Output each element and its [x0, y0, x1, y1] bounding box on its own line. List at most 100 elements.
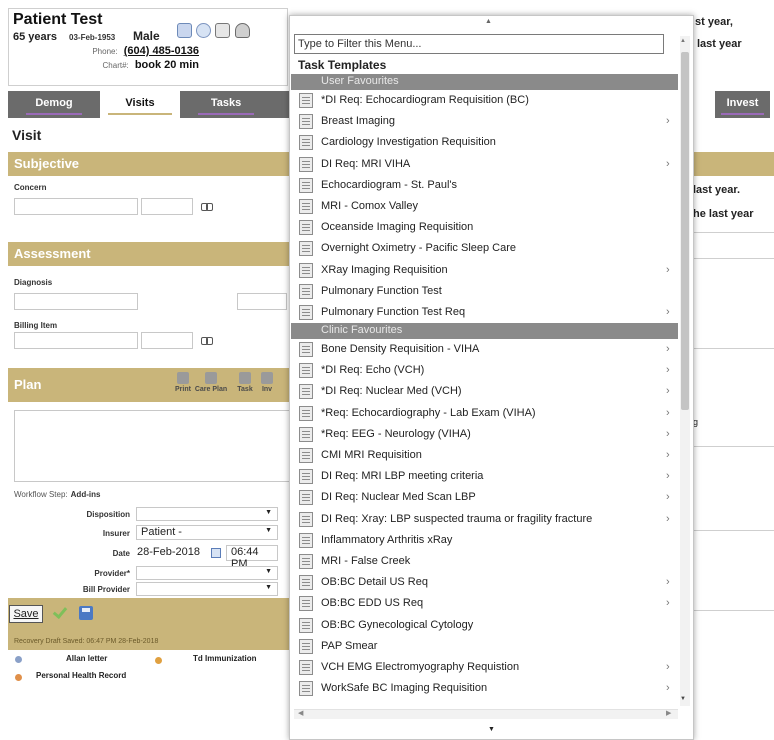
submenu-arrow-icon[interactable]: ›: [666, 428, 670, 440]
calendar-icon[interactable]: [211, 548, 221, 558]
workflow-row: Workflow Step: Add-ins: [14, 490, 100, 499]
menu-item-clinic-favourite[interactable]: VCH EMG Electromyography Requistion ›: [291, 657, 678, 678]
scrollbar-up-arrow-icon[interactable]: ▲: [680, 38, 686, 44]
menu-item-clinic-favourite[interactable]: WorkSafe BC Imaging Requisition ›: [291, 678, 678, 699]
billing-item-code-input[interactable]: [141, 332, 193, 349]
submenu-arrow-icon[interactable]: ›: [666, 407, 670, 419]
scroll-up-arrow-icon[interactable]: ▲: [485, 18, 492, 25]
menu-item-clinic-favourite[interactable]: OB:BC EDD US Req ›: [291, 593, 678, 614]
menu-filter-input[interactable]: [294, 34, 664, 54]
provider-select[interactable]: ▼: [136, 566, 278, 580]
submenu-arrow-icon[interactable]: ›: [666, 449, 670, 461]
menu-item-clinic-favourite[interactable]: OB:BC Detail US Req ›: [291, 572, 678, 593]
scroll-down-arrow-icon[interactable]: ▼: [488, 726, 495, 733]
menu-item-user-favourite[interactable]: XRay Imaging Requisition ›: [291, 260, 678, 281]
menu-item-user-favourite[interactable]: Pulmonary Function Test: [291, 281, 678, 302]
submenu-arrow-icon[interactable]: ›: [666, 576, 670, 588]
menu-item-clinic-favourite[interactable]: Inflammatory Arthritis xRay: [291, 530, 678, 551]
menu-item-clinic-favourite[interactable]: CMI MRI Requisition ›: [291, 445, 678, 466]
workflow-addins[interactable]: Add-ins: [71, 490, 101, 499]
menu-list: User Favourites *DI Req: Echocardiogram …: [291, 74, 678, 704]
submenu-arrow-icon[interactable]: ›: [666, 115, 670, 127]
menu-item-user-favourite[interactable]: *DI Req: Echocardiogram Requisition (BC): [291, 90, 678, 111]
concern-input[interactable]: [14, 198, 138, 215]
scroll-left-arrow-icon[interactable]: ◀: [298, 709, 303, 717]
tab-demog[interactable]: Demog: [18, 91, 90, 118]
binoculars-icon[interactable]: [201, 203, 213, 211]
tab-tasks[interactable]: Tasks: [190, 91, 262, 118]
inv-tool[interactable]: Inv: [256, 372, 278, 393]
menu-item-clinic-favourite[interactable]: *DI Req: Echo (VCH) ›: [291, 360, 678, 381]
menu-item-clinic-favourite[interactable]: PAP Smear: [291, 636, 678, 657]
menu-item-clinic-favourite[interactable]: DI Req: Xray: LBP suspected trauma or fr…: [291, 509, 678, 530]
billing-item-input[interactable]: [14, 332, 138, 349]
menu-item-clinic-favourite[interactable]: Bone Density Requisition - VIHA ›: [291, 339, 678, 360]
menu-item-clinic-favourite[interactable]: *DI Req: Nuclear Med (VCH) ›: [291, 381, 678, 402]
menu-item-clinic-favourite[interactable]: *Req: Echocardiography - Lab Exam (VIHA)…: [291, 403, 678, 424]
menu-item-clinic-favourite[interactable]: *Req: EEG - Neurology (VIHA) ›: [291, 424, 678, 445]
care-plan-tool[interactable]: Care Plan: [194, 372, 228, 393]
menu-item-clinic-favourite[interactable]: DI Req: MRI LBP meeting criteria ›: [291, 466, 678, 487]
phone-link[interactable]: (604) 485-0136: [124, 45, 199, 57]
menu-item-user-favourite[interactable]: Breast Imaging ›: [291, 111, 678, 132]
menu-item-user-favourite[interactable]: Oceanside Imaging Requisition: [291, 217, 678, 238]
menu-item-label: XRay Imaging Requisition: [321, 263, 448, 276]
checkmark-icon[interactable]: [52, 605, 66, 619]
scroll-right-arrow-icon[interactable]: ▶: [666, 709, 671, 717]
scrollbar-thumb[interactable]: [681, 52, 689, 410]
diagnosis-code-input[interactable]: [237, 293, 287, 310]
scrollbar-down-arrow-icon[interactable]: ▼: [680, 696, 686, 702]
horizontal-scrollbar[interactable]: [294, 709, 678, 719]
date-input[interactable]: 28-Feb-2018: [137, 546, 200, 558]
submenu-arrow-icon[interactable]: ›: [666, 385, 670, 397]
menu-item-clinic-favourite[interactable]: OB:BC Gynecological Cytology: [291, 615, 678, 636]
submenu-arrow-icon[interactable]: ›: [666, 470, 670, 482]
submenu-arrow-icon[interactable]: ›: [666, 158, 670, 170]
assessment-section-header: Assessment: [8, 242, 298, 266]
menu-item-user-favourite[interactable]: Overnight Oximetry - Pacific Sleep Care: [291, 238, 678, 259]
concern-code-input[interactable]: [141, 198, 193, 215]
save-button[interactable]: Save: [9, 605, 43, 623]
document-template-icon: [299, 177, 313, 193]
document-template-icon: [299, 220, 313, 236]
medical-history-icon[interactable]: [177, 23, 192, 38]
submenu-arrow-icon[interactable]: ›: [666, 343, 670, 355]
binoculars-icon[interactable]: [201, 337, 213, 345]
disposition-select[interactable]: ▼: [136, 507, 278, 521]
patient-dob: 03-Feb-1953: [69, 33, 116, 42]
menu-item-clinic-favourite[interactable]: DI Req: Nuclear Med Scan LBP ›: [291, 487, 678, 508]
time-input[interactable]: 06:44 PM: [226, 545, 278, 570]
calculator-icon[interactable]: [215, 23, 230, 38]
submenu-arrow-icon[interactable]: ›: [666, 364, 670, 376]
globe-icon[interactable]: [196, 23, 211, 38]
submenu-arrow-icon[interactable]: ›: [666, 682, 670, 694]
tab-visits[interactable]: Visits: [100, 91, 180, 118]
plan-textarea[interactable]: [14, 410, 290, 482]
allan-letter-link[interactable]: Allan letter: [66, 654, 107, 663]
tab-invest[interactable]: Invest: [715, 91, 770, 118]
phone-icon[interactable]: [235, 23, 250, 38]
menu-item-user-favourite[interactable]: MRI - Comox Valley: [291, 196, 678, 217]
document-template-icon: [299, 363, 313, 379]
td-immunization-link[interactable]: Td Immunization: [193, 654, 257, 663]
menu-item-clinic-favourite[interactable]: MRI - False Creek: [291, 551, 678, 572]
submenu-arrow-icon[interactable]: ›: [666, 491, 670, 503]
submenu-arrow-icon[interactable]: ›: [666, 513, 670, 525]
diagnosis-input[interactable]: [14, 293, 138, 310]
menu-item-user-favourite[interactable]: Cardiology Investigation Requisition: [291, 132, 678, 153]
menu-item-user-favourite[interactable]: Pulmonary Function Test Req ›: [291, 302, 678, 323]
menu-item-user-favourite[interactable]: DI Req: MRI VIHA ›: [291, 154, 678, 175]
divider: [690, 348, 774, 349]
floppy-disk-icon[interactable]: [79, 606, 93, 620]
menu-item-user-favourite[interactable]: Echocardiogram - St. Paul's: [291, 175, 678, 196]
submenu-arrow-icon[interactable]: ›: [666, 661, 670, 673]
insurer-select[interactable]: Patient - ▼: [136, 525, 278, 540]
submenu-arrow-icon[interactable]: ›: [666, 264, 670, 276]
personal-health-record-link[interactable]: Personal Health Record: [36, 671, 126, 680]
submenu-arrow-icon[interactable]: ›: [666, 597, 670, 609]
bill-provider-select[interactable]: ▼: [136, 582, 278, 596]
menu-item-label: Overnight Oximetry - Pacific Sleep Care: [321, 242, 517, 255]
bill-provider-label: Bill Provider: [82, 585, 130, 594]
document-template-icon: [299, 384, 313, 400]
submenu-arrow-icon[interactable]: ›: [666, 306, 670, 318]
